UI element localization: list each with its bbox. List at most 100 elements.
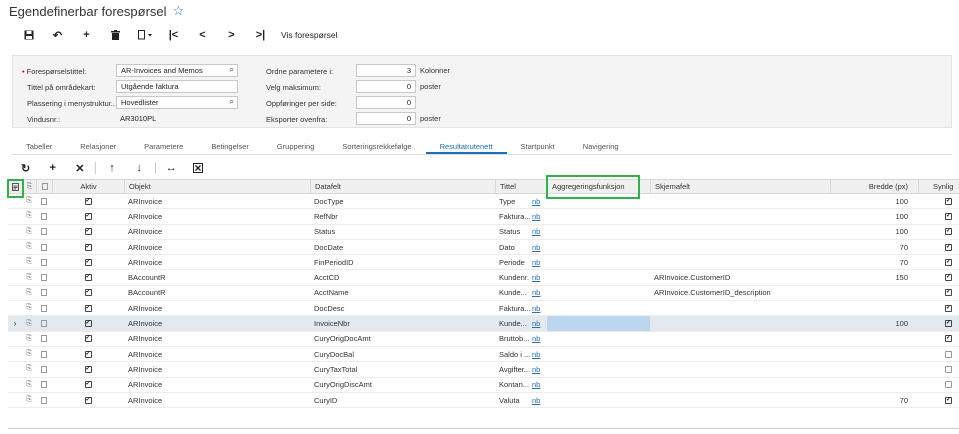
lang-link-text[interactable]: nb bbox=[532, 350, 540, 359]
table-row[interactable]: › ⎘ ✓ ARInvoice InvoiceNbr Kunde... nb 1… bbox=[8, 316, 959, 332]
object-cell[interactable]: ARInvoice bbox=[124, 378, 310, 392]
aggregate-cell[interactable] bbox=[547, 240, 650, 254]
aggregate-cell[interactable] bbox=[547, 194, 650, 208]
lang-link-text[interactable]: nb bbox=[532, 319, 540, 328]
data-field-cell[interactable]: AcctCD bbox=[310, 270, 495, 284]
width-cell[interactable]: 70 bbox=[830, 255, 918, 269]
caption-lang-link[interactable]: nb bbox=[528, 393, 547, 407]
visible-checkbox[interactable] bbox=[918, 347, 959, 361]
caption-cell[interactable]: Avgifter... bbox=[495, 362, 530, 376]
lang-link-text[interactable]: nb bbox=[532, 258, 540, 267]
aggregate-cell[interactable] bbox=[547, 332, 650, 346]
attachment-icon[interactable]: ⎘ bbox=[22, 393, 36, 407]
schema-field-cell[interactable] bbox=[650, 347, 830, 361]
note-icon[interactable] bbox=[36, 316, 52, 330]
schema-field-cell[interactable] bbox=[650, 316, 830, 330]
data-field-cell[interactable]: CuryDocBal bbox=[310, 347, 495, 361]
search-icon[interactable]: ⌕ bbox=[230, 97, 234, 107]
row-selector[interactable] bbox=[8, 378, 22, 392]
col-object-header[interactable]: Objekt bbox=[124, 180, 310, 193]
table-row[interactable]: ⎘ ✓ ARInvoice CuryTaxTotal Avgifter... n… bbox=[8, 362, 959, 378]
caption-lang-link[interactable]: nb bbox=[528, 240, 547, 254]
row-selector[interactable] bbox=[8, 362, 22, 376]
attachment-icon[interactable]: ⎘ bbox=[22, 240, 36, 254]
attachment-icon[interactable]: ⎘ bbox=[22, 347, 36, 361]
first-icon[interactable]: |< bbox=[159, 25, 188, 45]
tab-entry-point[interactable]: Startpunkt bbox=[507, 142, 569, 154]
schema-field-cell[interactable] bbox=[650, 301, 830, 315]
note-icon[interactable] bbox=[36, 301, 52, 315]
active-checkbox[interactable]: ✓ bbox=[52, 240, 124, 254]
active-checkbox[interactable]: ✓ bbox=[52, 286, 124, 300]
caption-lang-link[interactable]: nb bbox=[528, 225, 547, 239]
arrange-field[interactable]: 3 bbox=[356, 64, 416, 77]
data-field-cell[interactable]: FinPeriodID bbox=[310, 255, 495, 269]
visible-checkbox[interactable]: ✓ bbox=[918, 301, 959, 315]
table-row[interactable]: ⎘ ✓ ARInvoice DocDate Dato nb 70 ✓ bbox=[8, 240, 959, 256]
caption-cell[interactable]: Saldo i ... bbox=[495, 347, 530, 361]
lang-link-text[interactable]: nb bbox=[532, 334, 540, 343]
attachment-icon[interactable]: ⎘ bbox=[22, 270, 36, 284]
object-cell[interactable]: ARInvoice bbox=[124, 255, 310, 269]
object-cell[interactable]: ARInvoice bbox=[124, 225, 310, 239]
attachment-icon[interactable]: ⎘ bbox=[22, 332, 36, 346]
lang-link-text[interactable]: nb bbox=[532, 365, 540, 374]
active-checkbox[interactable]: ✓ bbox=[52, 194, 124, 208]
tab-sort-order[interactable]: Sorteringsrekkefølge bbox=[328, 142, 425, 154]
row-selector[interactable] bbox=[8, 240, 22, 254]
caption-cell[interactable]: Kunde... bbox=[495, 286, 530, 300]
data-field-cell[interactable]: DocType bbox=[310, 194, 495, 208]
caption-lang-link[interactable]: nb bbox=[528, 286, 547, 300]
data-field-cell[interactable]: DocDesc bbox=[310, 301, 495, 315]
table-row[interactable]: ⎘ ✓ ARInvoice DocDesc Faktura... nb ✓ bbox=[8, 301, 959, 317]
note-icon[interactable] bbox=[36, 393, 52, 407]
row-selector[interactable] bbox=[8, 225, 22, 239]
active-checkbox[interactable]: ✓ bbox=[52, 225, 124, 239]
tab-grouping[interactable]: Gruppering bbox=[263, 142, 329, 154]
table-row[interactable]: ⎘ ✓ ARInvoice CuryID Valuta nb 70 ✓ bbox=[8, 393, 959, 409]
object-cell[interactable]: ARInvoice bbox=[124, 393, 310, 407]
object-cell[interactable]: BAccountR bbox=[124, 286, 310, 300]
copy-paste-icon[interactable] bbox=[130, 25, 159, 45]
object-cell[interactable]: ARInvoice bbox=[124, 240, 310, 254]
lang-link-text[interactable]: nb bbox=[532, 273, 540, 282]
tab-navigation[interactable]: Navigering bbox=[569, 142, 633, 154]
data-field-cell[interactable]: InvoiceNbr bbox=[310, 316, 495, 330]
width-cell[interactable] bbox=[830, 301, 918, 315]
tab-parameters[interactable]: Parametere bbox=[130, 142, 197, 154]
aggregate-cell[interactable] bbox=[547, 316, 650, 331]
visible-checkbox[interactable]: ✓ bbox=[918, 209, 959, 223]
attachment-icon[interactable]: ⎘ bbox=[22, 194, 36, 208]
schema-field-cell[interactable] bbox=[650, 240, 830, 254]
width-cell[interactable] bbox=[830, 362, 918, 376]
attachment-icon[interactable]: ⎘ bbox=[22, 209, 36, 223]
tab-tables[interactable]: Tabeller bbox=[12, 142, 66, 154]
schema-field-cell[interactable] bbox=[650, 378, 830, 392]
schema-field-cell[interactable] bbox=[650, 393, 830, 407]
tab-conditions[interactable]: Betingelser bbox=[197, 142, 263, 154]
visible-checkbox[interactable]: ✓ bbox=[918, 286, 959, 300]
caption-lang-link[interactable]: nb bbox=[528, 347, 547, 361]
caption-lang-link[interactable]: nb bbox=[528, 316, 547, 330]
last-icon[interactable]: >| bbox=[246, 25, 275, 45]
width-cell[interactable] bbox=[830, 378, 918, 392]
files-column-icon[interactable] bbox=[8, 180, 22, 193]
data-field-cell[interactable]: CuryOrigDocAmt bbox=[310, 332, 495, 346]
width-cell[interactable]: 100 bbox=[830, 209, 918, 223]
width-cell[interactable]: 150 bbox=[830, 270, 918, 284]
visible-checkbox[interactable] bbox=[918, 362, 959, 376]
data-field-cell[interactable]: CuryOrigDiscAmt bbox=[310, 378, 495, 392]
lang-link-text[interactable]: nb bbox=[532, 197, 540, 206]
attachment-icon[interactable]: ⎘ bbox=[22, 362, 36, 376]
lang-link-text[interactable]: nb bbox=[532, 288, 540, 297]
fit-width-icon[interactable]: ↔ bbox=[158, 159, 185, 177]
width-cell[interactable]: 100 bbox=[830, 225, 918, 239]
width-cell[interactable] bbox=[830, 347, 918, 361]
aggregate-cell[interactable] bbox=[547, 301, 650, 315]
delete-icon[interactable] bbox=[101, 25, 130, 45]
note-icon[interactable] bbox=[36, 270, 52, 284]
add-row-icon[interactable]: + bbox=[39, 159, 66, 177]
active-checkbox[interactable]: ✓ bbox=[52, 301, 124, 315]
refresh-icon[interactable]: ↻ bbox=[12, 159, 39, 177]
site-map-title-field[interactable]: Utgående faktura bbox=[116, 80, 238, 93]
